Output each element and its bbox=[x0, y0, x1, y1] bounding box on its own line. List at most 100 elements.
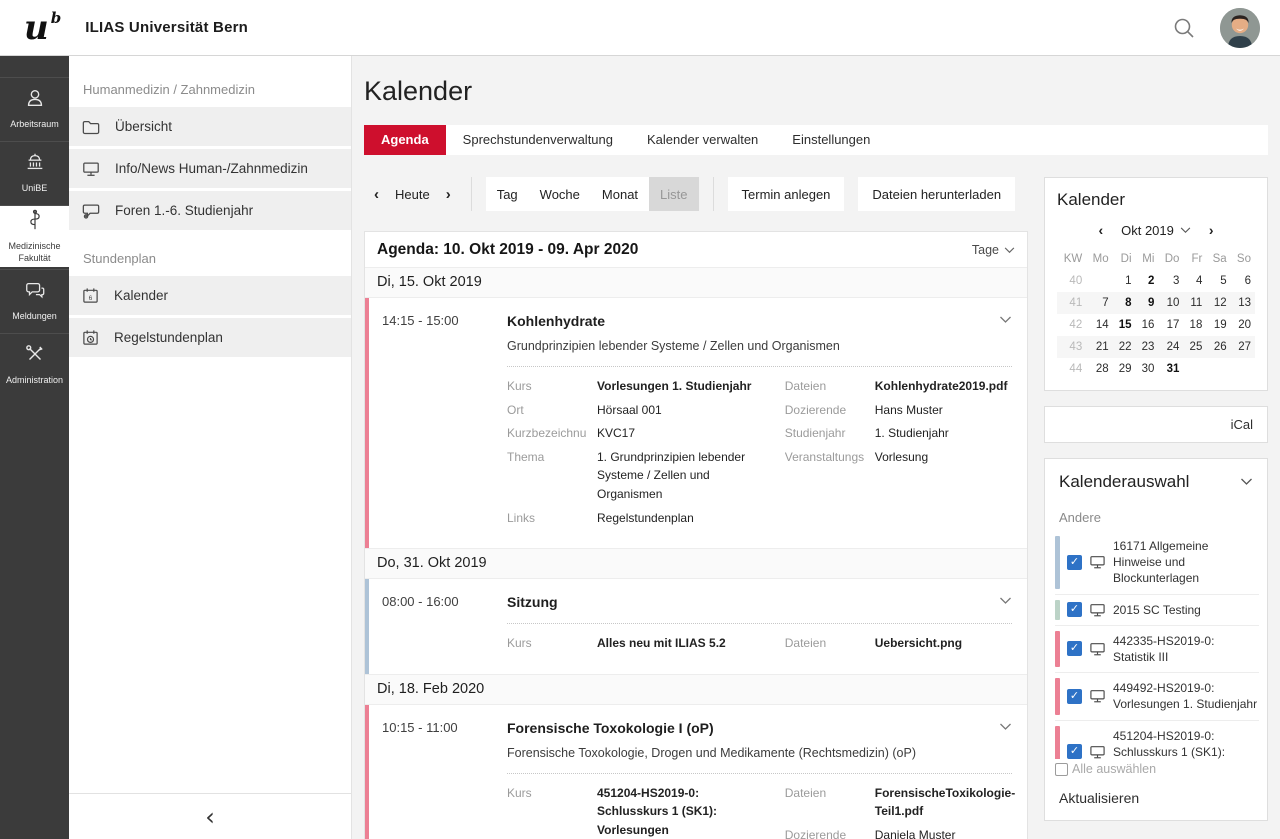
agenda-event[interactable]: 08:00 - 16:00SitzungKursAlles neu mit IL… bbox=[365, 579, 1027, 674]
sidebar-item-foren[interactable]: Foren 1.-6. Studienjahr bbox=[69, 191, 351, 230]
calendar-day-cell[interactable]: 2 bbox=[1136, 270, 1159, 292]
calendar-day-cell[interactable]: 31 bbox=[1158, 358, 1183, 380]
calendar-day-cell[interactable]: 19 bbox=[1206, 314, 1230, 336]
detail-value: Daniela Muster bbox=[875, 826, 1012, 839]
rail-item-medizinische-fakultaet[interactable]: Medizinische Fakultät bbox=[0, 205, 69, 267]
tab-agenda[interactable]: Agenda bbox=[364, 125, 446, 155]
chevron-down-icon[interactable] bbox=[999, 597, 1012, 605]
detail-row: LinksRegelstundenplan bbox=[507, 509, 785, 528]
range-selector[interactable]: Tage bbox=[972, 243, 1015, 257]
calendar-day-cell[interactable]: 9 bbox=[1136, 292, 1159, 314]
tab-kalender-verwalten[interactable]: Kalender verwalten bbox=[630, 125, 775, 155]
calendar-list-label: 442335-HS2019-0: Statistik III bbox=[1113, 631, 1259, 667]
calendar-day-cell[interactable]: 11 bbox=[1183, 292, 1206, 314]
calendar-week-number: 43 bbox=[1057, 336, 1086, 358]
calendar-day-cell[interactable]: 23 bbox=[1136, 336, 1159, 358]
calendar-list-item[interactable]: ✓449492-HS2019-0: Vorlesungen 1. Studien… bbox=[1055, 673, 1259, 720]
view-woche-button[interactable]: Woche bbox=[529, 177, 591, 211]
calendar-day-cell[interactable]: 21 bbox=[1086, 336, 1112, 358]
detail-row: Thema1. Grundprinzipien lebender Systeme… bbox=[507, 448, 785, 504]
agenda-title: Agenda: 10. Okt 2019 - 09. Apr 2020 bbox=[377, 241, 638, 259]
calendar-day-cell[interactable]: 14 bbox=[1086, 314, 1112, 336]
refresh-button[interactable]: Aktualisieren bbox=[1045, 779, 1267, 816]
calendar-day-cell[interactable]: 12 bbox=[1206, 292, 1230, 314]
calendar-day-cell[interactable]: 4 bbox=[1183, 270, 1206, 292]
detail-row: KurzbezeichnuKVC17 bbox=[507, 424, 785, 443]
chevron-down-icon bbox=[1004, 247, 1015, 254]
calendar-day-cell[interactable]: 7 bbox=[1086, 292, 1112, 314]
agenda-event[interactable]: 14:15 - 15:00KohlenhydrateGrundprinzipie… bbox=[365, 298, 1027, 548]
next-month-button[interactable]: › bbox=[1209, 222, 1214, 238]
rail-item-administration[interactable]: Administration bbox=[0, 333, 69, 395]
tab-sprechstundenverwaltung[interactable]: Sprechstundenverwaltung bbox=[446, 125, 630, 155]
calendar-day-cell[interactable]: 28 bbox=[1086, 358, 1112, 380]
calendar-list: ✓16171 Allgemeine Hinweise und Blockunte… bbox=[1055, 531, 1259, 759]
prev-month-button[interactable]: ‹ bbox=[1098, 222, 1103, 238]
detail-label: Studienjahr bbox=[785, 424, 875, 443]
calendar-list-item[interactable]: ✓2015 SC Testing bbox=[1055, 595, 1259, 626]
calendar-day-cell[interactable]: 25 bbox=[1183, 336, 1206, 358]
mini-calendar-grid: KWMoDiMiDoFrSaSo 40123456417891011121342… bbox=[1057, 248, 1255, 380]
calendar-day-cell[interactable]: 10 bbox=[1158, 292, 1183, 314]
ical-link[interactable]: iCal bbox=[1231, 417, 1253, 432]
user-avatar[interactable] bbox=[1220, 8, 1260, 48]
university-icon bbox=[24, 151, 46, 178]
rail-item-meldungen[interactable]: Meldungen bbox=[0, 269, 69, 331]
calendar-list-item[interactable]: ✓16171 Allgemeine Hinweise und Blockunte… bbox=[1055, 531, 1259, 595]
chevron-down-icon[interactable] bbox=[999, 316, 1012, 324]
calendar-checkbox[interactable]: ✓ bbox=[1067, 602, 1082, 617]
calendar-list-item[interactable]: ✓ 442335-HS2019-0: Statistik III bbox=[1055, 626, 1259, 673]
calendar-day-cell[interactable]: 17 bbox=[1158, 314, 1183, 336]
create-appointment-button[interactable]: Termin anlegen bbox=[728, 177, 845, 211]
unibe-logo[interactable]: ub bbox=[24, 11, 59, 45]
calendar-day-cell bbox=[1206, 358, 1230, 380]
calendar-checkbox[interactable]: ✓ bbox=[1067, 641, 1082, 656]
calendar-day-cell[interactable]: 3 bbox=[1158, 270, 1183, 292]
calendar-day-cell bbox=[1231, 358, 1255, 380]
calendar-checkbox[interactable]: ✓ bbox=[1067, 555, 1082, 570]
download-files-button[interactable]: Dateien herunterladen bbox=[858, 177, 1015, 211]
calendar-day-cell[interactable]: 13 bbox=[1231, 292, 1255, 314]
calendar-day-cell[interactable]: 18 bbox=[1183, 314, 1206, 336]
sidebar-item-regelstundenplan[interactable]: Regelstundenplan bbox=[69, 318, 351, 357]
calendar-checkbox[interactable]: ✓ bbox=[1067, 744, 1082, 759]
calendar-day-cell[interactable]: 15 bbox=[1113, 314, 1136, 336]
tab-einstellungen[interactable]: Einstellungen bbox=[775, 125, 887, 155]
detail-label: Dateien bbox=[785, 377, 875, 396]
calendar-day-cell[interactable]: 1 bbox=[1113, 270, 1136, 292]
view-monat-button[interactable]: Monat bbox=[591, 177, 649, 211]
calendar-checkbox[interactable]: ✓ bbox=[1067, 689, 1082, 704]
calendar-day-of-week: Mo bbox=[1086, 248, 1112, 270]
calendar-day-cell[interactable]: 8 bbox=[1113, 292, 1136, 314]
sidebar-item-info-news[interactable]: Info/News Human-/Zahnmedizin bbox=[69, 149, 351, 188]
calendar-day-cell[interactable]: 30 bbox=[1136, 358, 1159, 380]
rail-item-arbeitsraum[interactable]: Arbeitsraum bbox=[0, 77, 69, 139]
calendar-day-cell[interactable]: 27 bbox=[1231, 336, 1255, 358]
select-all-checkbox[interactable] bbox=[1055, 763, 1068, 776]
collapse-sidebar-button[interactable]: ‹ bbox=[205, 805, 215, 829]
view-liste-button[interactable]: Liste bbox=[649, 177, 698, 211]
rail-item-unibe[interactable]: UniBE bbox=[0, 141, 69, 203]
calendar-day-cell[interactable]: 16 bbox=[1136, 314, 1159, 336]
chevron-down-icon[interactable] bbox=[999, 723, 1012, 731]
agenda-event[interactable]: 10:15 - 11:00Forensische Toxokologie I (… bbox=[365, 705, 1027, 839]
sidebar-item-uebersicht[interactable]: Übersicht bbox=[69, 107, 351, 146]
view-tag-button[interactable]: Tag bbox=[486, 177, 529, 211]
details-column: Kurs451204-HS2019-0: Schlusskurs 1 (SK1)… bbox=[507, 784, 785, 839]
calendar-day-cell[interactable]: 5 bbox=[1206, 270, 1230, 292]
calendar-day-cell[interactable]: 6 bbox=[1231, 270, 1255, 292]
sidebar-item-kalender[interactable]: 6 Kalender bbox=[69, 276, 351, 315]
chevron-down-icon[interactable] bbox=[1240, 478, 1253, 486]
month-selector[interactable]: Okt 2019 bbox=[1121, 223, 1191, 238]
calendar-day-cell[interactable]: 24 bbox=[1158, 336, 1183, 358]
prev-period-button[interactable]: ‹ bbox=[374, 186, 379, 203]
mini-calendar-title: Kalender bbox=[1057, 190, 1255, 210]
calendar-day-cell[interactable]: 26 bbox=[1206, 336, 1230, 358]
search-icon[interactable] bbox=[1170, 14, 1198, 42]
calendar-day-cell[interactable]: 20 bbox=[1231, 314, 1255, 336]
calendar-list-item[interactable]: ✓451204-HS2019-0: Schlusskurs 1 (SK1): V… bbox=[1055, 721, 1259, 760]
calendar-day-cell[interactable]: 29 bbox=[1113, 358, 1136, 380]
next-period-button[interactable]: › bbox=[446, 186, 451, 203]
today-button[interactable]: Heute bbox=[395, 187, 430, 202]
calendar-day-cell[interactable]: 22 bbox=[1113, 336, 1136, 358]
